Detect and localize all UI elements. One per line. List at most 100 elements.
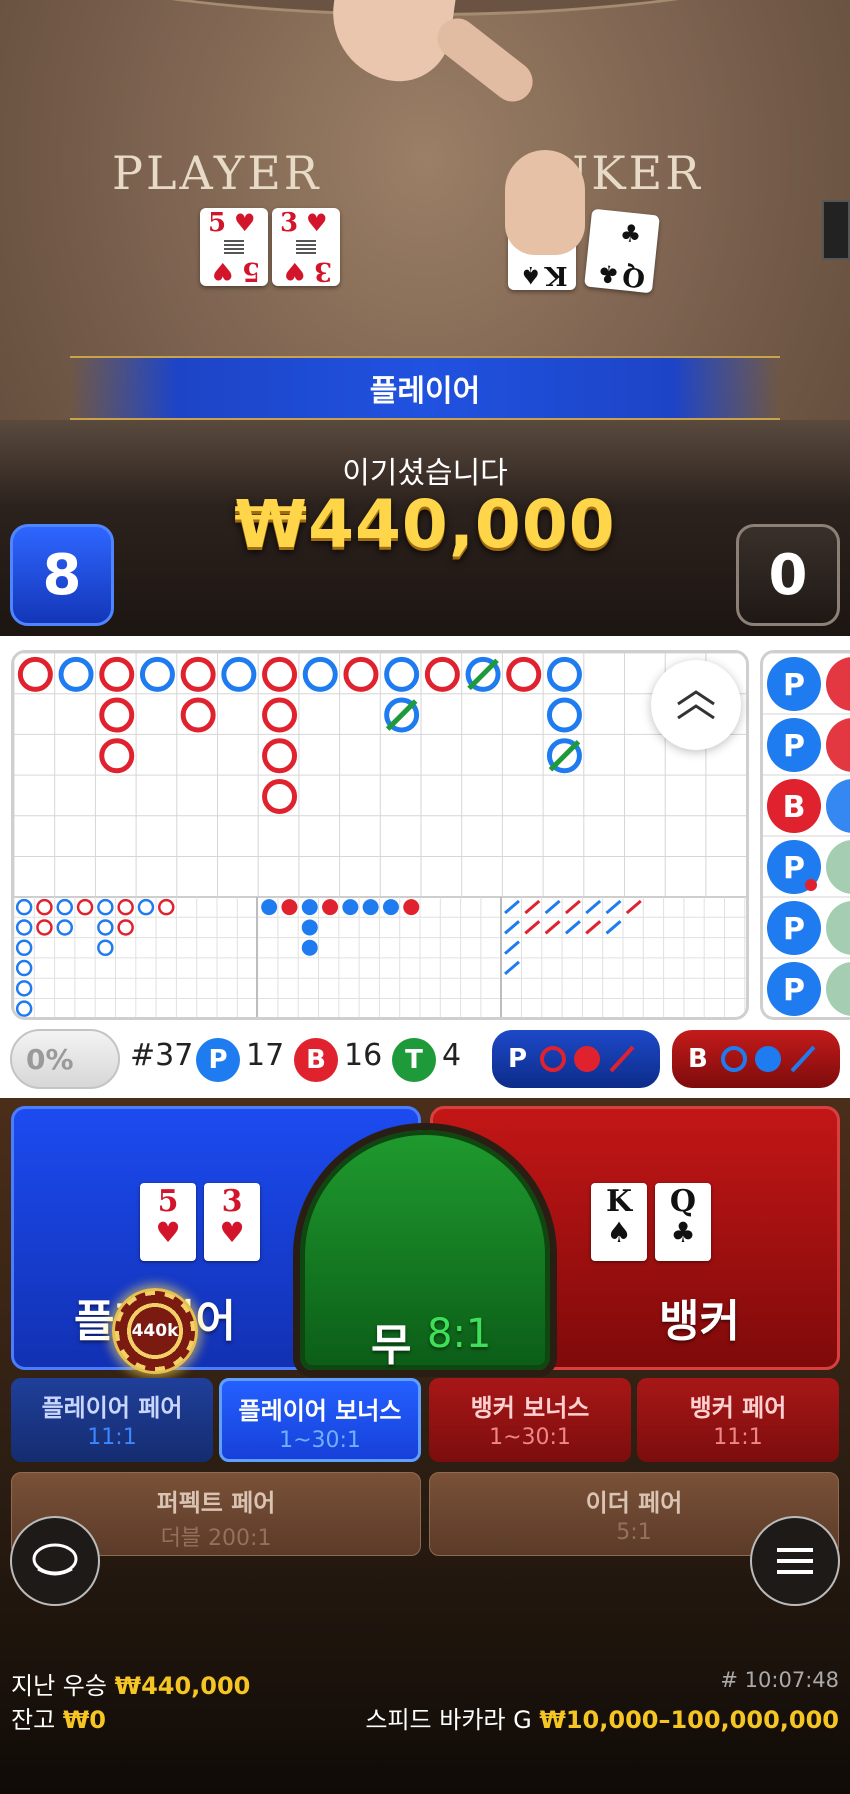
- placed-chip[interactable]: 440k: [112, 1288, 198, 1374]
- tie-bet-title: 무: [371, 1320, 412, 1371]
- big-road-mark: [302, 656, 338, 692]
- player-bonus-title: 플레이어 보너스: [238, 1397, 402, 1425]
- percent-toggle[interactable]: 0%: [10, 1029, 120, 1089]
- cockroach-mark: [504, 960, 520, 976]
- banker-pair-title: 뱅커 페어: [689, 1394, 787, 1422]
- big-road-mark: [17, 656, 53, 692]
- dealer-arm: [324, 0, 456, 88]
- round-id: # 10:07:48: [720, 1668, 839, 1692]
- balance: 잔고 ₩0: [11, 1700, 106, 1735]
- banker-bonus-bet[interactable]: 뱅커 보너스 1~30:1: [429, 1378, 631, 1462]
- live-video: PLAYER NKER 5 ♥ 5 ♥ 3 ♥ 3 ♥ K ♠ ♣ Q ♣ 플레이어 이기셨…: [0, 0, 850, 636]
- predict-banker-icons: [720, 1045, 816, 1073]
- predict-banker-label: B: [688, 1044, 708, 1074]
- big-eye-mark: [15, 898, 33, 916]
- menu-button[interactable]: [750, 1516, 840, 1606]
- predict-player-button[interactable]: P: [492, 1030, 660, 1088]
- tie-count: 4: [442, 1038, 462, 1073]
- banker-count-badge: B: [294, 1038, 338, 1082]
- cockroach-mark: [625, 899, 642, 915]
- big-road-mark: [506, 656, 542, 692]
- double-chevron-up-icon: [677, 690, 715, 720]
- bead-mark-next: [826, 962, 850, 1016]
- small-road-mark: [301, 899, 318, 916]
- big-road-mark: [180, 697, 216, 733]
- win-panel: 이기셨습니다 ₩440,000: [0, 420, 850, 636]
- bead-mark-next: [826, 718, 850, 772]
- big-eye-mark: [137, 898, 155, 916]
- game-name: 스피드 바카라 G: [365, 1706, 532, 1734]
- tie-bet-spot[interactable]: 무 8:1: [300, 1130, 550, 1371]
- cockroach-mark: [564, 920, 581, 935]
- scroll-up-button[interactable]: [651, 660, 741, 750]
- either-pair-title: 이더 페어: [585, 1489, 683, 1517]
- hamburger-menu-icon: [777, 1548, 813, 1574]
- big-road-mark: [262, 778, 298, 814]
- predict-player-icons: [540, 1045, 635, 1073]
- banker-card-1: K ♠: [591, 1183, 647, 1261]
- big-road[interactable]: [11, 650, 749, 1020]
- small-road-mark: [301, 919, 318, 936]
- cockroach-mark: [585, 899, 602, 915]
- big-eye-mark: [97, 939, 114, 956]
- banker-bonus-title: 뱅커 보너스: [470, 1394, 590, 1422]
- big-eye-mark: [15, 959, 33, 977]
- perfect-pair-title: 퍼펙트 페어: [156, 1489, 276, 1517]
- big-road-mark: [546, 697, 582, 733]
- big-road-mark: [262, 738, 298, 774]
- big-eye-mark: [158, 898, 175, 916]
- bead-mark-label: P: [783, 973, 805, 1008]
- balance-value: ₩0: [62, 1706, 106, 1734]
- table-player-card-1: 5 ♥ 5 ♥: [200, 208, 268, 286]
- bead-mark-label: B: [783, 790, 806, 825]
- cockroach-mark: [544, 899, 561, 915]
- bead-road[interactable]: PPBPPP: [760, 650, 850, 1020]
- player-bonus-bet[interactable]: 플레이어 보너스 1~30:1: [219, 1378, 421, 1462]
- bead-mark-label: P: [783, 912, 805, 947]
- player-pair-title: 플레이어 페어: [41, 1394, 183, 1422]
- big-road-mark: [99, 656, 135, 692]
- big-road-mark: [221, 656, 257, 692]
- banker-bet-title: 뱅커: [659, 1296, 740, 1347]
- big-eye-mark: [97, 898, 114, 916]
- chat-button[interactable]: [10, 1516, 100, 1606]
- big-road-mark: [58, 656, 94, 692]
- tie-odds: 8:1: [427, 1311, 492, 1357]
- cockroach-mark: [504, 899, 520, 915]
- big-eye-mark: [36, 898, 53, 916]
- big-road-mark: [262, 656, 298, 692]
- small-road-mark: [382, 899, 399, 916]
- player-score: 8: [10, 524, 114, 626]
- last-win-label: 지난 우승: [11, 1672, 107, 1700]
- cockroach-mark: [524, 899, 541, 915]
- big-eye-mark: [76, 898, 94, 916]
- big-eye-mark: [56, 919, 73, 936]
- big-eye-mark: [15, 919, 33, 936]
- banker-bonus-odds: 1~30:1: [489, 1425, 571, 1450]
- big-eye-mark: [117, 919, 134, 936]
- banker-pair-bet[interactable]: 뱅커 페어 11:1: [637, 1378, 839, 1462]
- bead-road-grid: PPBPPP: [763, 653, 850, 1016]
- tie-count-badge: T: [392, 1038, 436, 1082]
- bead-mark-next: [826, 840, 850, 894]
- bead-mark-label: P: [783, 851, 805, 886]
- player-bonus-odds: 1~30:1: [279, 1428, 361, 1453]
- cockroach-mark: [564, 899, 581, 915]
- big-road-mark: [262, 697, 298, 733]
- bead-mark-label: P: [783, 668, 805, 703]
- player-pair-bet[interactable]: 플레이어 페어 11:1: [11, 1378, 213, 1462]
- player-count: 17: [246, 1038, 285, 1073]
- big-road-mark: [139, 656, 175, 692]
- big-eye-mark: [97, 919, 114, 936]
- predict-player-label: P: [508, 1044, 528, 1074]
- cockroach-mark: [605, 899, 622, 915]
- cockroach-mark: [544, 920, 561, 935]
- small-road-mark: [342, 899, 359, 916]
- big-eye-mark: [56, 898, 73, 916]
- big-road-mark: [99, 697, 135, 733]
- big-eye-mark: [15, 1000, 33, 1017]
- card-shoe: [822, 200, 850, 260]
- cockroach-mark: [605, 920, 622, 935]
- predict-banker-button[interactable]: B: [672, 1030, 840, 1088]
- cockroach-mark: [504, 920, 520, 935]
